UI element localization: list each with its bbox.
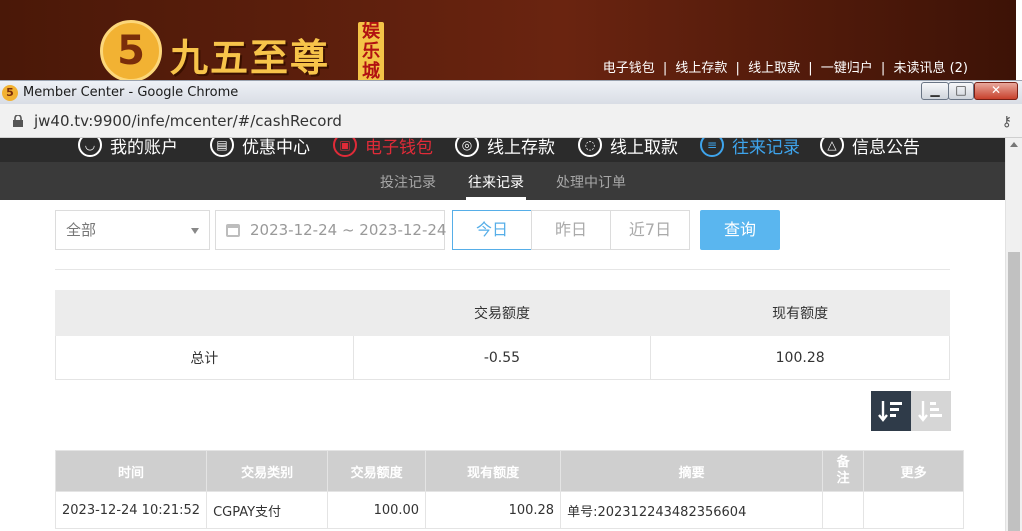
type-select[interactable]: 全部 [55, 210, 210, 250]
table-row[interactable]: 2023-12-24 10:21:52 CGPAY支付 100.00 100.2… [54, 491, 965, 529]
deposit-icon: ◎ [455, 138, 479, 157]
sort-descending-icon [878, 401, 902, 422]
nav-label: 线上存款 [487, 138, 555, 158]
last-7-days-button[interactable]: 近7日 [610, 210, 690, 250]
gift-icon: ▤ [210, 138, 234, 157]
withdraw-icon: ◌ [578, 138, 602, 157]
top-link-deposit[interactable]: 线上存款 [675, 61, 727, 76]
cell-amount: 100.00 [327, 491, 427, 529]
nav-records[interactable]: ≡ 往来记录 [700, 138, 800, 160]
divider [55, 269, 950, 270]
nav-label: 线上取款 [610, 138, 678, 158]
header-type[interactable]: 交易类别 [206, 450, 329, 492]
nav-label: 优惠中心 [242, 138, 310, 158]
tab-pending-orders[interactable]: 处理中订单 [556, 172, 626, 192]
type-select-value: 全部 [66, 221, 97, 239]
background-site-header: 5 九五至尊 娱乐城 电子钱包 | 线上存款 | 线上取款 | 一键归户 | 未… [0, 0, 1022, 82]
header-note[interactable]: 备 注 [822, 450, 865, 492]
sub-nav: 投注记录 往来记录 处理中订单 [0, 162, 1005, 200]
active-tab-indicator [466, 197, 526, 200]
maximize-button[interactable]: □ [948, 82, 974, 100]
header-edge [1016, 0, 1022, 82]
nav-deposit[interactable]: ◎ 线上存款 [455, 138, 555, 160]
logo-icon: 5 [100, 20, 162, 82]
cell-time: 2023-12-24 10:21:52 [54, 491, 208, 529]
sort-descending-button[interactable] [871, 391, 911, 431]
summary-total-label: 总计 [55, 335, 354, 380]
header-note-line: 备 [836, 455, 850, 470]
top-link-withdraw[interactable]: 线上取款 [748, 61, 800, 76]
date-range-value: 2023-12-24 ~ 2023-12-24 [250, 221, 447, 239]
nav-promotions[interactable]: ▤ 优惠中心 [210, 138, 310, 160]
cell-more[interactable] [863, 491, 965, 529]
nav-label: 电子钱包 [365, 138, 433, 158]
summary-header-amount: 交易额度 [352, 290, 652, 336]
today-button[interactable]: 今日 [452, 210, 532, 250]
user-icon: ◡ [78, 138, 102, 157]
window-title: Member Center - Google Chrome [23, 85, 239, 100]
calendar-icon [226, 224, 240, 237]
records-table: 时间 交易类别 交易额度 现有额度 摘要 备 注 更多 2023-12-24 1… [54, 450, 965, 529]
logo-text: 九五至尊 [170, 35, 331, 80]
nav-wallet[interactable]: ▣ 电子钱包 [333, 138, 433, 160]
top-links: 电子钱包 | 线上存款 | 线上取款 | 一键归户 | 未读讯息 (2) [601, 57, 970, 76]
summary-total-amount: -0.55 [352, 335, 652, 380]
tab-cash-records[interactable]: 往来记录 [468, 172, 524, 192]
scroll-up-arrow-icon[interactable] [1010, 142, 1018, 147]
records-header-row: 时间 交易类别 交易额度 现有额度 摘要 备 注 更多 [54, 450, 965, 492]
top-link-consolidate[interactable]: 一键归户 [821, 61, 873, 76]
nav-label: 信息公告 [852, 138, 920, 158]
top-link-separator: | [880, 61, 886, 76]
summary-table: 交易额度 现有额度 总计 -0.55 100.28 [55, 290, 950, 380]
chrome-titlebar[interactable]: 5 Member Center - Google Chrome ▁ □ ✕ [0, 80, 1022, 104]
header-more[interactable]: 更多 [863, 450, 965, 492]
sort-ascending-icon [918, 401, 942, 422]
chevron-down-icon [191, 228, 199, 234]
cell-balance: 100.28 [425, 491, 562, 529]
summary-total-balance: 100.28 [650, 335, 950, 380]
record-icon: ≡ [700, 138, 724, 157]
top-link-wallet[interactable]: 电子钱包 [603, 61, 655, 76]
app-icon: 5 [2, 85, 18, 101]
nav-my-account[interactable]: ◡ 我的账户 [78, 138, 178, 160]
nav-announcements[interactable]: △ 信息公告 [820, 138, 920, 160]
scroll-thumb[interactable] [1008, 252, 1020, 531]
header-balance[interactable]: 现有额度 [425, 450, 562, 492]
tab-bet-records[interactable]: 投注记录 [380, 172, 436, 192]
url-text[interactable]: jw40.tv:9900/infe/mcenter/#/cashRecord [34, 112, 342, 130]
cell-note [822, 491, 865, 529]
close-button[interactable]: ✕ [974, 82, 1018, 100]
top-link-separator: | [662, 61, 668, 76]
header-summary[interactable]: 摘要 [560, 450, 824, 492]
summary-header-balance: 现有额度 [650, 290, 950, 336]
date-range-input[interactable]: 2023-12-24 ~ 2023-12-24 [215, 210, 447, 250]
top-link-separator: | [808, 61, 813, 76]
main-nav: ◡ 我的账户 ▤ 优惠中心 ▣ 电子钱包 ◎ 线上存款 ◌ 线上取款 ≡ 往来记… [0, 138, 1005, 162]
top-link-unread-messages[interactable]: 未读讯息 (2) [893, 61, 968, 76]
cell-summary: 单号:202312243482356604 [560, 491, 824, 529]
nav-label: 我的账户 [110, 138, 178, 158]
scrollbar[interactable] [1005, 138, 1022, 531]
top-link-separator: | [735, 61, 740, 76]
address-bar[interactable]: jw40.tv:9900/infe/mcenter/#/cashRecord ⚷ [0, 104, 1022, 138]
summary-header-row: 交易额度 现有额度 [55, 290, 950, 336]
key-icon[interactable]: ⚷ [1002, 114, 1012, 130]
logo-badge: 娱乐城 [358, 22, 384, 82]
header-amount[interactable]: 交易额度 [327, 450, 427, 492]
minimize-button[interactable]: ▁ [921, 82, 949, 100]
nav-withdraw[interactable]: ◌ 线上取款 [578, 138, 678, 160]
search-button[interactable]: 查询 [700, 210, 780, 250]
header-note-line: 注 [836, 471, 850, 486]
lock-icon [13, 115, 23, 127]
nav-label: 往来记录 [732, 138, 800, 158]
summary-total-row: 总计 -0.55 100.28 [55, 335, 950, 380]
yesterday-button[interactable]: 昨日 [531, 210, 611, 250]
wallet-icon: ▣ [333, 138, 357, 157]
summary-header-blank [55, 290, 354, 336]
cell-type: CGPAY支付 [206, 491, 329, 529]
bell-icon: △ [820, 138, 844, 157]
header-time[interactable]: 时间 [54, 450, 208, 492]
sort-ascending-button[interactable] [911, 391, 951, 431]
